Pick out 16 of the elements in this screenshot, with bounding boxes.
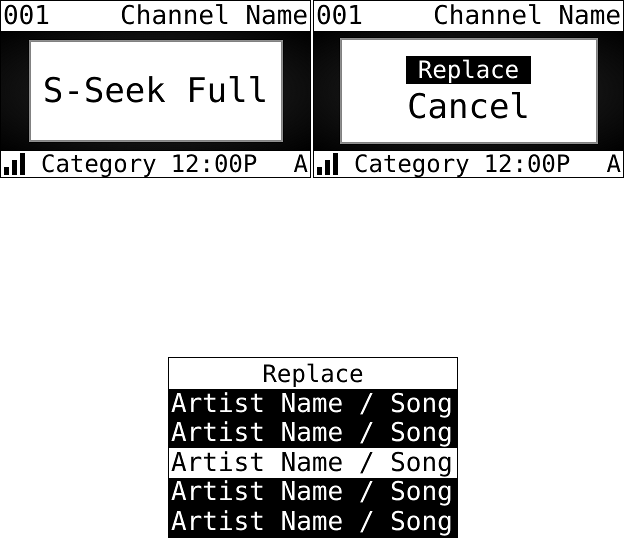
channel-name: Channel Name xyxy=(433,3,621,29)
menu-option[interactable]: Replace xyxy=(406,56,532,84)
category-label: Category xyxy=(41,152,157,176)
mode-indicator: A xyxy=(294,152,308,176)
clock-time: 12:00P xyxy=(484,152,570,176)
list-title: Replace xyxy=(169,358,457,389)
signal-bars-icon xyxy=(316,153,340,175)
signal-bars-icon xyxy=(3,153,27,175)
mode-indicator: A xyxy=(606,152,621,176)
channel-number: 001 xyxy=(316,3,363,29)
channel-number: 001 xyxy=(3,3,50,29)
channel-name: Channel Name xyxy=(120,3,308,29)
clock-time: 12:00P xyxy=(170,152,258,176)
list-item[interactable]: Artist Name / Song xyxy=(169,448,457,478)
category-label: Category xyxy=(354,152,470,176)
popup-message: S-Seek Full xyxy=(28,40,282,142)
